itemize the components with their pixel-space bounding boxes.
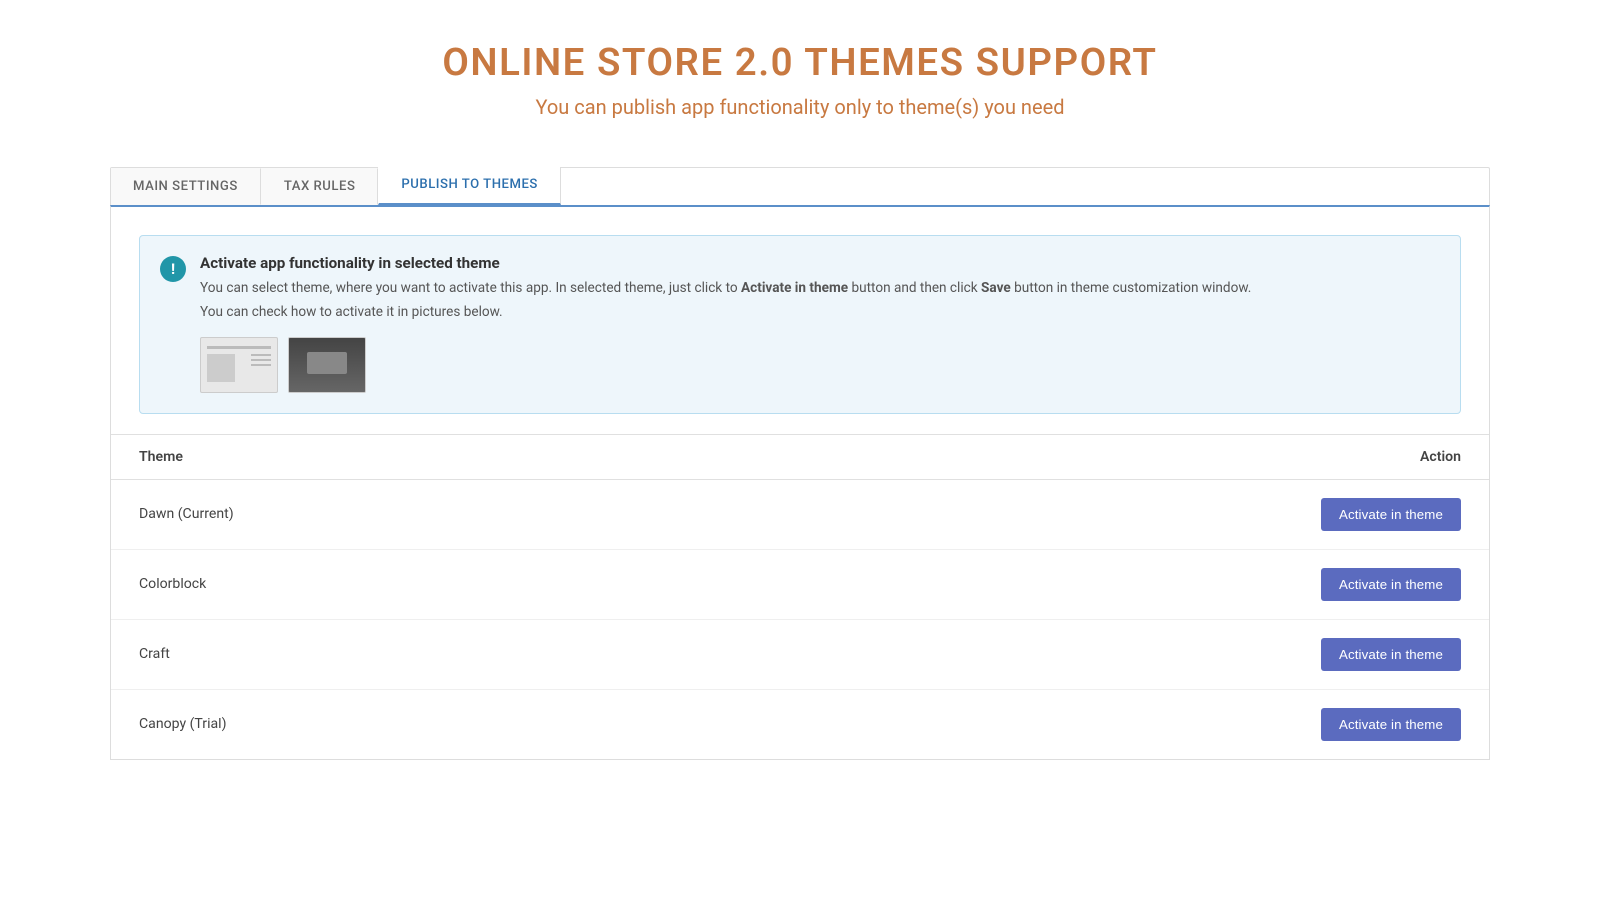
col-action-header: Action xyxy=(710,434,1489,479)
col-theme-header: Theme xyxy=(111,434,710,479)
table-row: Dawn (Current) Activate in theme xyxy=(111,479,1489,549)
info-line1: You can select theme, where you want to … xyxy=(200,278,1251,298)
table-row: Colorblock Activate in theme xyxy=(111,549,1489,619)
tabs-bar: MAIN SETTINGS TAX RULES PUBLISH TO THEME… xyxy=(110,167,1490,205)
page-subtitle: You can publish app functionality only t… xyxy=(110,95,1490,119)
info-box: ! Activate app functionality in selected… xyxy=(139,235,1461,414)
tab-tax-rules[interactable]: TAX RULES xyxy=(261,168,379,205)
info-icon: ! xyxy=(160,256,186,282)
themes-table: Theme Action Dawn (Current) Activate in t… xyxy=(111,434,1489,759)
theme-name: Craft xyxy=(111,619,710,689)
theme-name: Dawn (Current) xyxy=(111,479,710,549)
page-title: ONLINE STORE 2.0 THEMES SUPPORT xyxy=(110,40,1490,85)
image-previews xyxy=(200,337,1251,393)
theme-name: Canopy (Trial) xyxy=(111,689,710,759)
preview-image-1 xyxy=(200,337,278,393)
action-cell: Activate in theme xyxy=(710,619,1489,689)
action-cell: Activate in theme xyxy=(710,479,1489,549)
main-content: ! Activate app functionality in selected… xyxy=(110,205,1490,760)
activate-theme-button[interactable]: Activate in theme xyxy=(1321,568,1461,601)
action-cell: Activate in theme xyxy=(710,689,1489,759)
table-row: Canopy (Trial) Activate in theme xyxy=(111,689,1489,759)
info-title: Activate app functionality in selected t… xyxy=(200,254,1251,272)
activate-theme-button[interactable]: Activate in theme xyxy=(1321,638,1461,671)
info-line2: You can check how to activate it in pict… xyxy=(200,302,1251,322)
info-content: Activate app functionality in selected t… xyxy=(200,254,1251,393)
action-cell: Activate in theme xyxy=(710,549,1489,619)
tab-publish-to-themes[interactable]: PUBLISH TO THEMES xyxy=(378,167,560,205)
tab-main-settings[interactable]: MAIN SETTINGS xyxy=(111,168,261,205)
table-row: Craft Activate in theme xyxy=(111,619,1489,689)
preview-image-2 xyxy=(288,337,366,393)
activate-theme-button[interactable]: Activate in theme xyxy=(1321,708,1461,741)
theme-name: Colorblock xyxy=(111,549,710,619)
activate-theme-button[interactable]: Activate in theme xyxy=(1321,498,1461,531)
